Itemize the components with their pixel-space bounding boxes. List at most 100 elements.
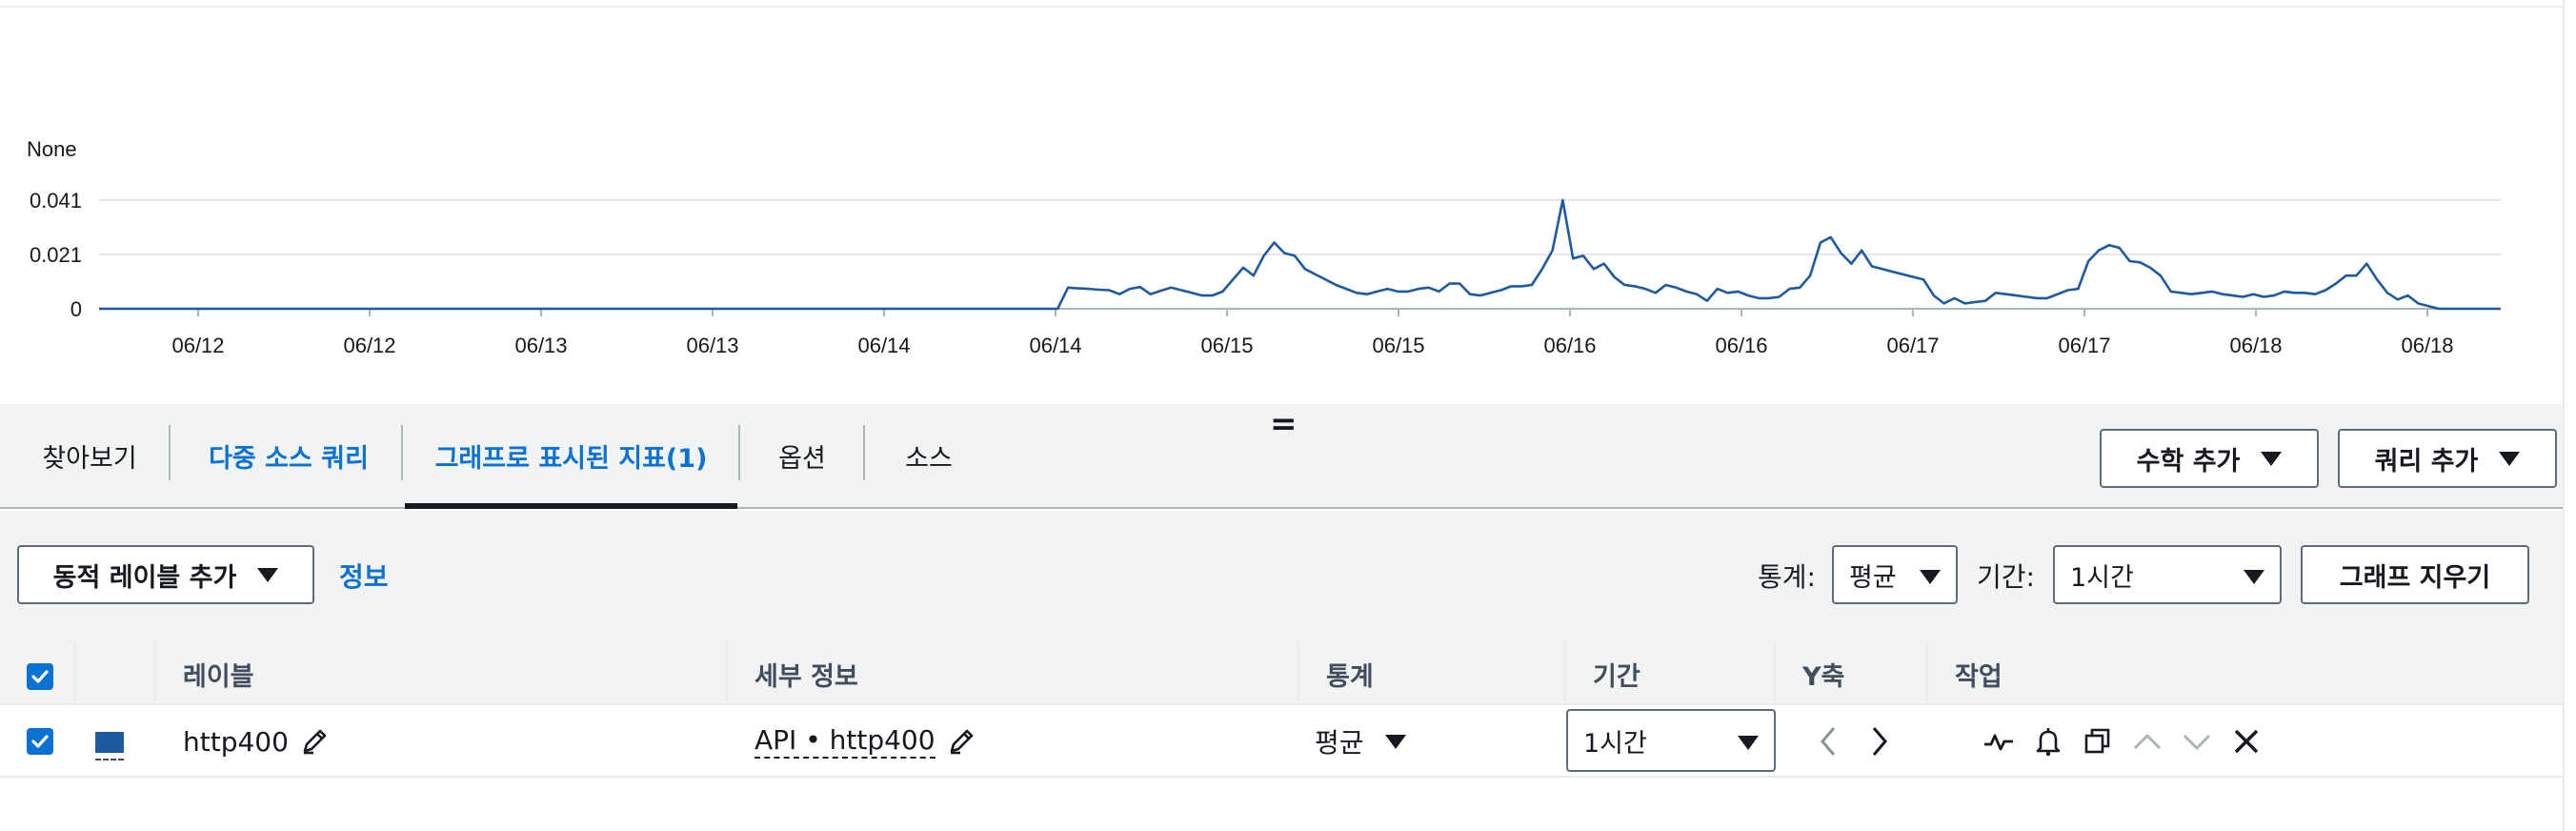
- tab-graphed-metrics[interactable]: 그래프로 표시된 지표(1): [405, 404, 737, 507]
- column-separator: [1564, 642, 1566, 705]
- column-separator: [1926, 642, 1928, 705]
- row-period-value: 1시간: [1583, 728, 1647, 759]
- column-separator: [1298, 642, 1299, 705]
- x-tick-label: 06/18: [2401, 334, 2453, 357]
- pencil-icon[interactable]: [300, 727, 329, 756]
- metrics-tab-bar: 찾아보기 다중 소스 쿼리 그래프로 표시된 지표(1) 옵션 소스 = 수학 …: [0, 404, 2563, 509]
- tab-options[interactable]: 옵션: [743, 404, 861, 507]
- add-math-label: 수학 추가: [2136, 446, 2241, 476]
- clear-graph-button[interactable]: 그래프 지우기: [2301, 545, 2529, 604]
- create-alarm-button[interactable]: [2029, 722, 2067, 760]
- tab-separator: [738, 425, 740, 480]
- statistic-select[interactable]: 평균: [1832, 545, 1958, 604]
- statistic-select-value: 평균: [1849, 562, 1897, 593]
- remove-metric-button[interactable]: [2227, 722, 2265, 760]
- caret-down-icon: [1738, 736, 1759, 750]
- metrics-chart: None 0.041 0.021 0 06/12 06/12 06/13 06/13 06/14…: [0, 8, 2563, 404]
- duplicate-button[interactable]: [2079, 722, 2117, 760]
- column-separator: [74, 642, 76, 705]
- check-icon: [31, 735, 49, 748]
- move-up-button[interactable]: [2128, 722, 2166, 760]
- right-divider: [2563, 0, 2565, 831]
- row-period-select[interactable]: 1시간: [1566, 709, 1776, 772]
- chart-svg: None 0.041 0.021 0 06/12 06/12 06/13 06/13 06/14…: [27, 137, 2501, 357]
- period-select-value: 1시간: [2070, 562, 2134, 593]
- y-tick-label: 0.041: [30, 189, 82, 213]
- resize-handle[interactable]: =: [1270, 408, 1298, 440]
- x-tick-label: 06/14: [1029, 334, 1081, 357]
- line-graph-icon: [1984, 734, 2013, 751]
- chevron-down-icon: [2183, 734, 2211, 751]
- caret-down-icon: [2244, 570, 2264, 584]
- row-statistic-select[interactable]: 평균: [1315, 705, 1406, 778]
- table-row: http400 API • http400 평균 1시간: [0, 705, 2563, 778]
- add-dynamic-label-label: 동적 레이블 추가: [52, 562, 237, 593]
- row-select-checkbox[interactable]: [27, 728, 53, 755]
- caret-down-icon: [2499, 451, 2521, 466]
- add-query-label: 쿼리 추가: [2374, 446, 2479, 476]
- x-tick-label: 06/15: [1372, 334, 1424, 357]
- x-tick-label: 06/12: [343, 334, 395, 357]
- x-tick-label: 06/13: [686, 334, 738, 357]
- tab-source[interactable]: 소스: [867, 404, 991, 507]
- row-details-cell: API • http400: [755, 705, 976, 778]
- x-tick-label: 06/17: [2058, 334, 2110, 357]
- column-header-details[interactable]: 세부 정보: [755, 642, 858, 705]
- caret-down-icon: [2261, 451, 2283, 466]
- add-math-button[interactable]: 수학 추가: [2100, 429, 2319, 488]
- x-tick-label: 06/12: [171, 334, 224, 357]
- graph-metric-button[interactable]: [1980, 722, 2018, 760]
- metrics-controls: 동적 레이블 추가 정보 통계: 평균 기간: 1시간 그래프 지우기: [0, 511, 2563, 642]
- y-axis-right-button[interactable]: [1860, 722, 1898, 760]
- x-tick-label: 06/17: [1886, 334, 1939, 357]
- add-query-button[interactable]: 쿼리 추가: [2338, 429, 2557, 488]
- tab-multi-source-query[interactable]: 다중 소스 쿼리: [176, 404, 401, 507]
- move-down-button[interactable]: [2178, 722, 2216, 760]
- column-header-period[interactable]: 기간: [1593, 642, 1640, 705]
- caret-down-icon: [1384, 734, 1406, 749]
- select-all-checkbox[interactable]: [27, 663, 53, 690]
- tab-browse[interactable]: 찾아보기: [13, 404, 166, 507]
- row-label-text: http400: [183, 725, 289, 758]
- column-header-statistic[interactable]: 통계: [1326, 642, 1374, 705]
- chevron-up-icon: [2133, 733, 2162, 750]
- close-icon: [2234, 729, 2259, 754]
- x-tick-label: 06/18: [2229, 334, 2282, 357]
- tab-separator: [863, 425, 865, 480]
- x-tick-label: 06/16: [1543, 334, 1596, 357]
- column-separator: [154, 642, 156, 705]
- add-dynamic-label-button[interactable]: 동적 레이블 추가: [17, 545, 314, 604]
- check-icon: [31, 670, 49, 683]
- bell-icon: [2036, 728, 2061, 757]
- column-separator: [1774, 642, 1776, 705]
- swatch-underline: [95, 759, 124, 760]
- column-header-y-axis[interactable]: Y축: [1802, 642, 1844, 705]
- y-tick-label: 0.021: [30, 243, 82, 267]
- x-tick-label: 06/16: [1715, 334, 1767, 357]
- period-select[interactable]: 1시간: [2053, 545, 2282, 604]
- y-axis-label: None: [27, 137, 77, 161]
- y-axis-left-button[interactable]: [1810, 722, 1848, 760]
- metrics-page: None 0.041 0.021 0 06/12 06/12 06/13 06/13 06/14…: [0, 0, 2576, 831]
- tab-separator: [401, 425, 403, 480]
- period-label: 기간:: [1977, 561, 2035, 593]
- column-header-label[interactable]: 레이블: [183, 642, 254, 705]
- chevron-left-icon: [1821, 727, 1836, 756]
- copy-icon: [2084, 728, 2110, 754]
- row-details-text[interactable]: API • http400: [755, 724, 936, 759]
- column-header-actions: 작업: [1955, 661, 2002, 692]
- caret-down-icon: [1920, 570, 1941, 584]
- metrics-table-header: 레이블 세부 정보 통계 기간 Y축 작업: [0, 642, 2563, 705]
- x-tick-label: 06/13: [514, 334, 567, 357]
- info-link[interactable]: 정보: [339, 557, 389, 595]
- x-tick-label: 06/15: [1200, 334, 1253, 357]
- tab-separator: [169, 425, 171, 480]
- pencil-icon[interactable]: [947, 727, 976, 756]
- series-color-swatch[interactable]: [95, 732, 124, 753]
- row-statistic-value: 평균: [1315, 727, 1364, 759]
- y-tick-label: 0: [70, 297, 82, 321]
- caret-down-icon: [257, 567, 279, 582]
- statistic-label: 통계:: [1758, 561, 1816, 593]
- active-tab-indicator: [405, 503, 737, 509]
- row-label-cell: http400: [183, 705, 329, 778]
